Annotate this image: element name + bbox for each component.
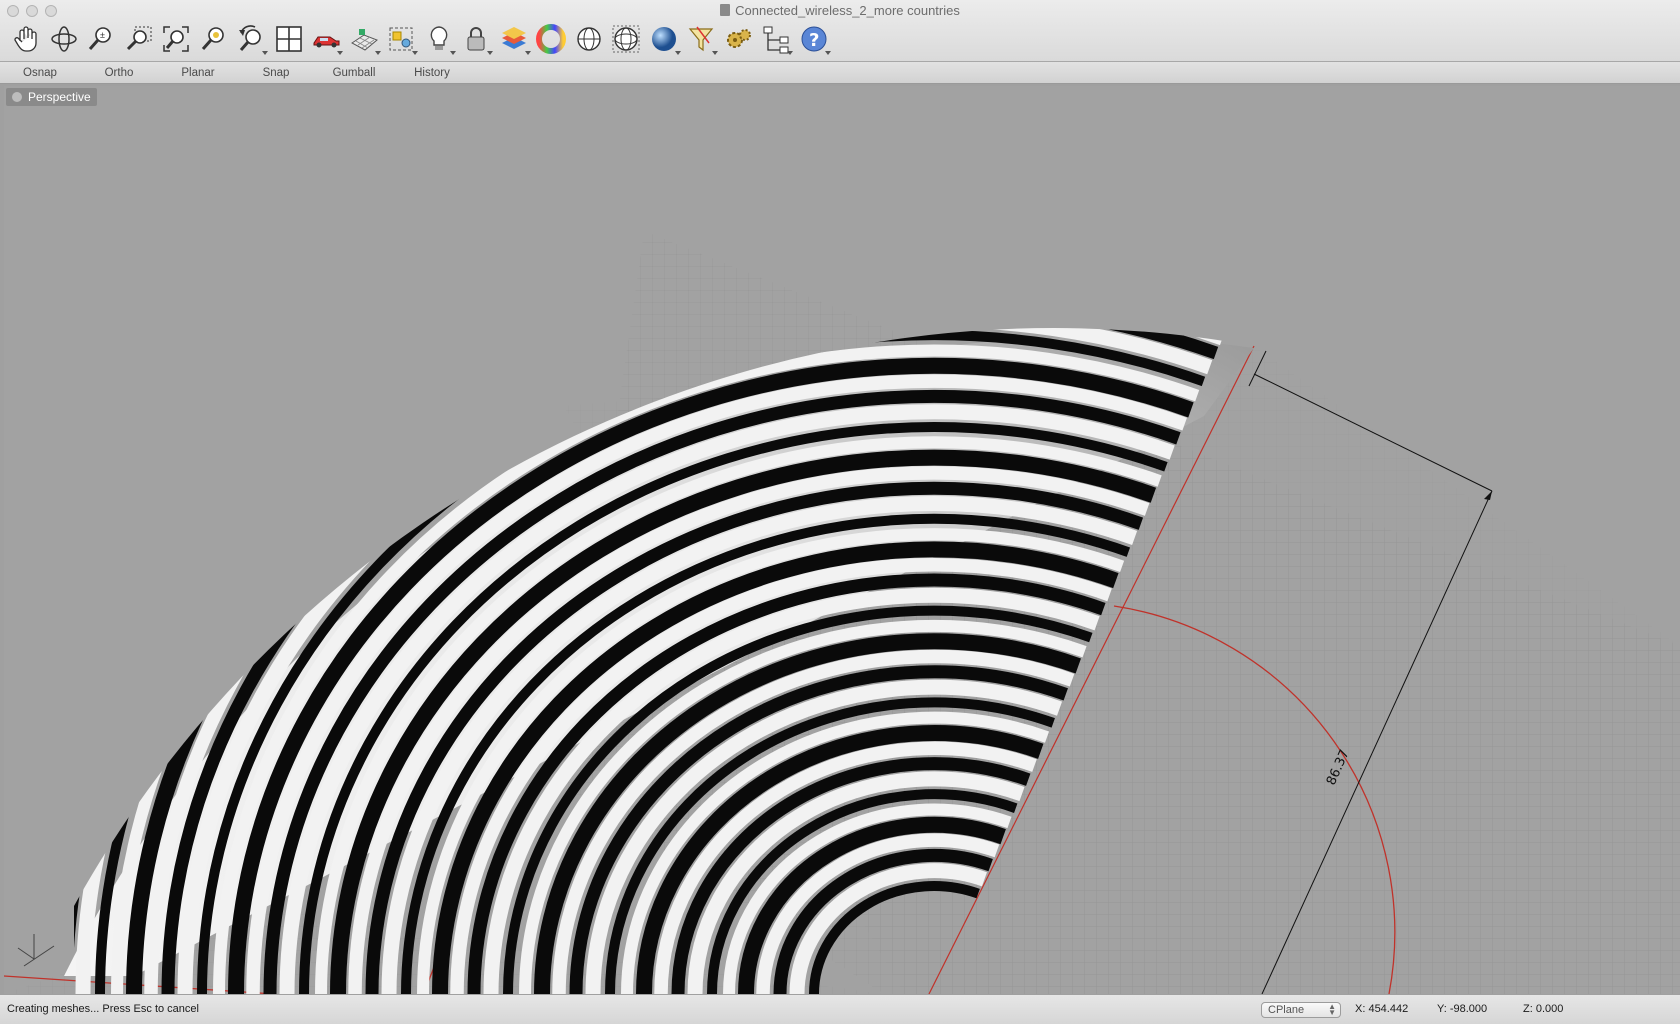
dropdown-arrow-icon [712, 51, 718, 55]
layer-tool-button[interactable] [496, 20, 532, 58]
history-toggle[interactable]: History [396, 65, 468, 81]
x-coordinate: X: 454.442 [1355, 1003, 1409, 1015]
zoom-window-icon [126, 26, 151, 51]
snap-toggle[interactable]: Snap [240, 65, 312, 81]
mode-toggle-bar: Osnap Ortho Planar Snap Gumball History [0, 62, 1680, 84]
lock-tool-button[interactable] [458, 20, 494, 58]
svg-text:±: ± [100, 30, 105, 40]
viewport-title: Perspective [28, 90, 91, 104]
sphere-shaded-tool-button[interactable] [646, 20, 682, 58]
gears-icon [726, 29, 751, 48]
viewport-scene[interactable]: 86.37 [4, 86, 1680, 994]
perspective-viewport[interactable]: 86.37 Perspective [4, 86, 1680, 994]
zoom-selected-icon [201, 27, 224, 50]
sphere-wireframe-icon [576, 27, 601, 51]
cplane-value: CPlane [1268, 1004, 1305, 1016]
help-tool-button[interactable]: ? [796, 20, 832, 58]
zoom-dynamic-icon: ± [88, 27, 111, 50]
zoom-extents-tool-button[interactable] [158, 20, 194, 58]
status-bar: Creating meshes... Press Esc to cancel C… [0, 994, 1680, 1024]
dropdown-arrow-icon [824, 51, 831, 55]
dropdown-arrow-icon [674, 51, 681, 55]
render-car-tool-button[interactable] [308, 20, 344, 58]
sphere-wireframe-tool-button[interactable] [571, 20, 607, 58]
title-toolbar-area: Connected_wireless_2_more countries ±? [0, 0, 1680, 62]
zoom-window-tool-button[interactable] [121, 20, 157, 58]
cplane-grid-tool-button[interactable] [346, 20, 382, 58]
rhino-window: Connected_wireless_2_more countries ±? O… [0, 0, 1680, 1024]
dropdown-arrow-icon [487, 51, 493, 55]
select-objects-tool-button[interactable] [383, 20, 419, 58]
window-title: Connected_wireless_2_more countries [0, 3, 1680, 18]
rotate-view-icon [50, 26, 77, 52]
filter-tool-button[interactable] [683, 20, 719, 58]
hierarchy-tool-button[interactable] [758, 20, 794, 58]
zoom-selected-tool-button[interactable] [196, 20, 232, 58]
zoom-extents-icon [163, 26, 189, 52]
viewport-menu-icon[interactable] [12, 92, 22, 102]
dropdown-arrow-icon [262, 51, 268, 55]
dropdown-arrow-icon [374, 51, 381, 55]
rotate-view-tool-button[interactable] [46, 20, 82, 58]
sphere-grid-icon [612, 25, 640, 53]
dropdown-arrow-icon [524, 51, 531, 55]
pan-icon [14, 26, 37, 52]
dropdown-arrow-icon [412, 51, 418, 55]
sphere-grid-tool-button[interactable] [608, 20, 644, 58]
gears-tool-button[interactable] [721, 20, 757, 58]
zoom-dynamic-tool-button[interactable]: ± [83, 20, 119, 58]
stepper-icon: ▲ ▼ [1328, 1002, 1336, 1017]
planar-toggle[interactable]: Planar [162, 65, 234, 81]
svg-text:?: ? [809, 30, 819, 51]
y-coordinate: Y: -98.000 [1437, 1003, 1488, 1015]
viewport-title-tab[interactable]: Perspective [6, 88, 97, 106]
dropdown-arrow-icon [337, 51, 343, 55]
ortho-toggle[interactable]: Ortho [86, 65, 152, 81]
pan-tool-button[interactable] [8, 20, 44, 58]
osnap-toggle[interactable]: Osnap [8, 65, 72, 81]
color-wheel-icon [536, 24, 566, 54]
color-wheel-tool-button[interactable] [533, 20, 569, 58]
light-bulb-tool-button[interactable] [421, 20, 457, 58]
four-viewports-icon [275, 26, 302, 52]
window-title-text: Connected_wireless_2_more countries [735, 3, 960, 18]
cplane-select[interactable]: CPlane ▲ ▼ [1261, 1002, 1341, 1018]
gumball-toggle[interactable]: Gumball [318, 65, 390, 81]
command-prompt: Creating meshes... Press Esc to cancel [7, 1003, 199, 1015]
world-axes-icon [17, 934, 55, 967]
dropdown-arrow-icon [449, 51, 456, 55]
document-icon [720, 4, 731, 16]
undo-view-tool-button[interactable] [233, 20, 269, 58]
dropdown-arrow-icon [787, 51, 793, 55]
z-coordinate: Z: 0.000 [1523, 1003, 1564, 1015]
four-viewports-tool-button[interactable] [271, 20, 307, 58]
